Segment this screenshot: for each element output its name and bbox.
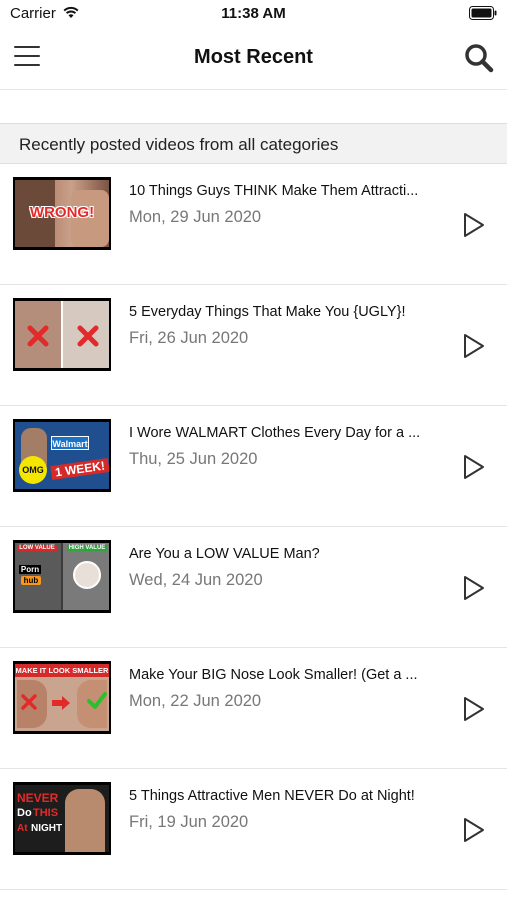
status-bar: Carrier 11:38 AM xyxy=(0,0,507,28)
thumbnail-text: LOW VALUE xyxy=(17,545,57,551)
video-thumbnail[interactable]: Walmart OMG 1 WEEK! xyxy=(13,419,111,492)
thumbnail-text: At xyxy=(17,823,28,834)
video-thumbnail[interactable]: MAKE IT LOOK SMALLER xyxy=(13,661,111,734)
thumbnail-text: Do xyxy=(17,807,32,819)
arrow-right-icon xyxy=(52,696,70,710)
video-date: Thu, 25 Jun 2020 xyxy=(129,450,258,468)
status-time: 11:38 AM xyxy=(221,5,286,22)
video-date: Mon, 22 Jun 2020 xyxy=(129,692,262,710)
video-title: I Wore WALMART Clothes Every Day for a .… xyxy=(129,425,421,441)
thumbnail-text: WRONG! xyxy=(29,204,95,221)
video-date: Fri, 26 Jun 2020 xyxy=(129,329,249,347)
thumbnail-text: MAKE IT LOOK SMALLER xyxy=(15,664,109,677)
section-header-label: Recently posted videos from all categori… xyxy=(19,135,339,154)
video-thumbnail[interactable]: WRONG! xyxy=(13,177,111,250)
video-row[interactable]: NEVER Do THIS At NIGHT 5 Things Attracti… xyxy=(0,769,507,890)
video-title: 10 Things Guys THINK Make Them Attracti.… xyxy=(129,183,419,199)
video-list[interactable]: WRONG! 10 Things Guys THINK Make Them At… xyxy=(0,164,507,890)
play-icon[interactable] xyxy=(462,212,486,238)
video-row[interactable]: MAKE IT LOOK SMALLER Make Your BIG Nose … xyxy=(0,648,507,769)
video-title: 5 Everyday Things That Make You {UGLY}! xyxy=(129,304,406,320)
thumbnail-text: THIS xyxy=(33,807,59,819)
video-row[interactable]: WRONG! 10 Things Guys THINK Make Them At… xyxy=(0,164,507,285)
x-mark-icon xyxy=(27,325,49,347)
video-row[interactable]: 5 Everyday Things That Make You {UGLY}! … xyxy=(0,285,507,406)
video-date: Mon, 29 Jun 2020 xyxy=(129,208,262,226)
navigation-bar: Most Recent xyxy=(0,28,507,90)
video-thumbnail[interactable]: NEVER Do THIS At NIGHT xyxy=(13,782,111,855)
video-date: Fri, 19 Jun 2020 xyxy=(129,813,249,831)
video-date: Wed, 24 Jun 2020 xyxy=(129,571,263,589)
video-title: Are You a LOW VALUE Man? xyxy=(129,546,320,562)
thumbnail-text: HIGH VALUE xyxy=(67,545,107,551)
page-title: Most Recent xyxy=(194,46,313,68)
thumbnail-text: NIGHT xyxy=(31,823,63,834)
x-mark-icon xyxy=(21,694,37,710)
play-icon[interactable] xyxy=(462,575,486,601)
thumbnail-text: hub xyxy=(21,576,41,585)
play-icon[interactable] xyxy=(462,333,486,359)
checkmark-icon xyxy=(87,692,107,709)
section-header: Recently posted videos from all categori… xyxy=(0,123,507,164)
video-thumbnail[interactable]: LOW VALUE HIGH VALUE Porn hub xyxy=(13,540,111,613)
search-icon[interactable] xyxy=(463,42,495,74)
battery-icon xyxy=(469,6,497,20)
video-thumbnail[interactable] xyxy=(13,298,111,371)
thumbnail-text: OMG xyxy=(19,456,47,484)
video-row[interactable]: LOW VALUE HIGH VALUE Porn hub Are You a … xyxy=(0,527,507,648)
thumbnail-text: 1 WEEK! xyxy=(50,458,109,480)
play-icon[interactable] xyxy=(462,817,486,843)
x-mark-icon xyxy=(77,325,99,347)
thumbnail-text: Porn xyxy=(19,565,41,574)
video-title: 5 Things Attractive Men NEVER Do at Nigh… xyxy=(129,788,415,804)
thumbnail-text: Walmart xyxy=(51,436,89,450)
video-row[interactable]: Walmart OMG 1 WEEK! I Wore WALMART Cloth… xyxy=(0,406,507,527)
play-icon[interactable] xyxy=(462,696,486,722)
thumbnail-text: NEVER xyxy=(17,791,59,805)
video-title: Make Your BIG Nose Look Smaller! (Get a … xyxy=(129,667,418,683)
play-icon[interactable] xyxy=(462,454,486,480)
